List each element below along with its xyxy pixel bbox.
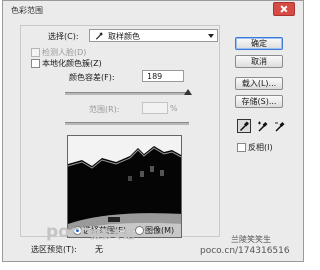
eyedropper-tool[interactable] (237, 119, 251, 133)
watermark-author: 兰陵笑笑生 (231, 235, 271, 244)
selection-preview-value[interactable]: 无 (95, 244, 103, 255)
cancel-button[interactable]: 取消 (235, 55, 283, 68)
load-button[interactable]: 载入(L)... (235, 77, 283, 90)
range-slider[interactable] (65, 122, 189, 125)
eyedropper-icon (239, 121, 249, 132)
detect-faces-label: 检测人脸(D) (42, 48, 87, 57)
invert-checkbox[interactable] (237, 143, 246, 152)
eyedropper-plus-icon (258, 121, 268, 132)
localized-clusters-label: 本地化颜色簇(Z) (42, 59, 102, 68)
watermark-logo: poco (46, 222, 92, 242)
ok-button[interactable]: 确定 (235, 37, 283, 50)
select-value: 取样颜色 (108, 32, 140, 41)
invert-label: 反相(I) (248, 143, 273, 152)
range-label: 范围(R): (89, 105, 120, 114)
watermark-url: poco.cn/174316516 (200, 246, 290, 256)
fuzziness-value: 189 (147, 72, 163, 81)
close-button[interactable] (273, 2, 295, 16)
detect-faces-checkbox[interactable] (31, 48, 40, 57)
save-button[interactable]: 存储(S)... (235, 95, 283, 108)
eyedropper-icon (95, 32, 103, 40)
image-radio-label: 图像(M) (145, 226, 175, 235)
fuzziness-slider[interactable] (65, 92, 189, 95)
localized-clusters-checkbox[interactable] (31, 59, 40, 68)
dialog-title: 色彩范围 (11, 6, 43, 15)
chevron-down-icon (208, 34, 214, 38)
range-input[interactable] (142, 102, 168, 114)
eyedropper-minus-tool[interactable] (272, 119, 286, 133)
range-unit: % (170, 104, 178, 113)
fuzziness-slider-thumb[interactable] (184, 89, 192, 95)
select-dropdown[interactable]: 取样颜色 (89, 29, 218, 42)
fuzziness-input[interactable]: 189 (142, 70, 184, 82)
watermark-logo-cn: 摄影专题 (90, 228, 134, 241)
eyedropper-minus-icon (275, 122, 285, 132)
options-panel: 选择(C): 取样颜色 检测人脸(D) 本地化颜色簇(Z) 颜色容差(F): 1… (20, 25, 220, 238)
eyedropper-plus-tool[interactable] (255, 119, 269, 133)
select-label: 选择(C): (48, 32, 79, 41)
image-radio[interactable] (135, 226, 144, 235)
selection-preview-label: 选区预览(T): (31, 245, 77, 254)
fuzziness-label: 颜色容差(F): (69, 73, 115, 82)
